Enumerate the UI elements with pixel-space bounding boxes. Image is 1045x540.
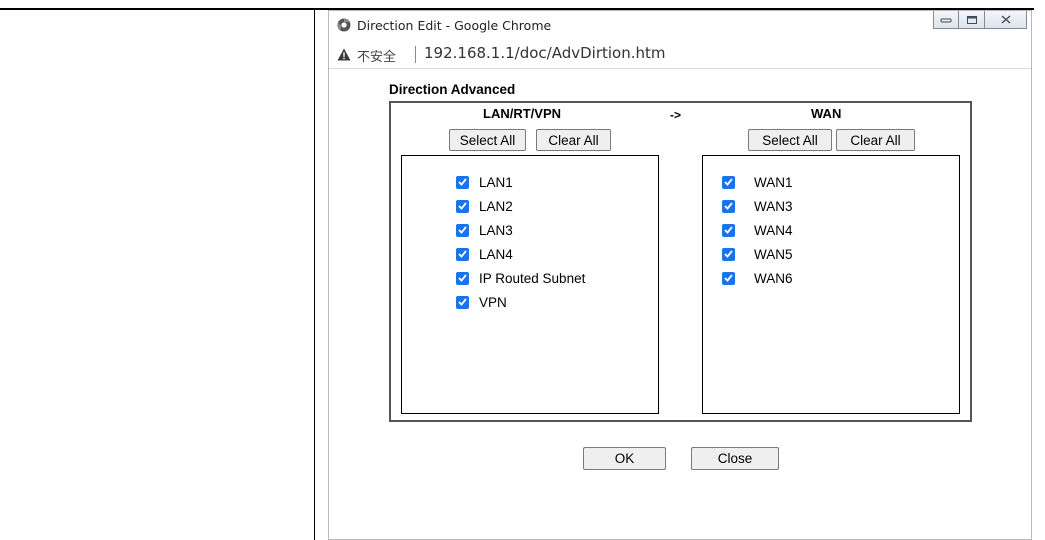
destination-clear-all-button[interactable]: Clear All xyxy=(836,129,915,151)
list-item[interactable]: IP Routed Subnet xyxy=(456,270,585,286)
checkbox[interactable] xyxy=(722,175,735,189)
source-select-all-button[interactable]: Select All xyxy=(449,129,526,151)
source-clear-all-button[interactable]: Clear All xyxy=(536,129,611,151)
list-item[interactable]: WAN6 xyxy=(722,270,793,286)
address-bar[interactable]: 不安全 192.168.1.1/doc/AdvDirtion.htm xyxy=(329,40,1031,69)
minimize-icon xyxy=(940,18,952,22)
list-item-label: LAN3 xyxy=(479,222,513,238)
list-item-label: LAN1 xyxy=(479,174,513,190)
chrome-popup-window: Direction Edit - Google Chrome 不安全 192.1… xyxy=(328,10,1032,540)
list-item-label: LAN4 xyxy=(479,246,513,262)
not-secure-label: 不安全 xyxy=(357,49,397,64)
checkmark-icon xyxy=(458,178,467,186)
list-item[interactable]: WAN3 xyxy=(722,198,793,214)
list-item-label: LAN2 xyxy=(479,198,513,214)
list-item[interactable]: WAN1 xyxy=(722,174,793,190)
checkmark-icon xyxy=(458,298,467,306)
checkbox[interactable] xyxy=(722,199,735,213)
maximize-icon xyxy=(966,15,977,24)
direction-arrow: -> xyxy=(670,108,682,122)
close-icon xyxy=(1001,15,1010,24)
address-separator xyxy=(415,46,416,63)
checkbox[interactable] xyxy=(722,247,735,261)
checkmark-icon xyxy=(458,202,467,210)
checkmark-icon xyxy=(724,274,733,282)
list-item-label: IP Routed Subnet xyxy=(479,270,586,286)
checkmark-icon xyxy=(724,250,733,258)
list-item[interactable]: LAN1 xyxy=(456,174,513,190)
destination-interface-list: WAN1 WAN3 WAN4 WAN5 WAN6 xyxy=(702,155,960,414)
checkbox[interactable] xyxy=(722,271,735,285)
chrome-icon xyxy=(337,18,351,32)
ok-button[interactable]: OK xyxy=(583,447,666,470)
section-title: Direction Advanced xyxy=(389,82,516,97)
maximize-button[interactable] xyxy=(959,11,985,29)
destination-column-header: WAN xyxy=(811,106,842,121)
list-item[interactable]: WAN5 xyxy=(722,246,793,262)
checkmark-icon xyxy=(458,226,467,234)
minimize-button[interactable] xyxy=(933,11,959,29)
checkbox[interactable] xyxy=(456,223,469,237)
checkbox[interactable] xyxy=(722,223,735,237)
list-item[interactable]: VPN xyxy=(456,294,507,310)
close-button[interactable]: Close xyxy=(691,447,779,470)
window-title: Direction Edit - Google Chrome xyxy=(357,18,552,33)
list-item-label: VPN xyxy=(479,294,507,310)
warning-icon xyxy=(337,48,351,61)
list-item-label: WAN4 xyxy=(754,222,793,238)
list-item-label: WAN6 xyxy=(754,270,793,286)
checkmark-icon xyxy=(724,226,733,234)
checkbox[interactable] xyxy=(456,295,469,309)
source-interface-list: LAN1 LAN2 LAN3 LAN4 IP Routed Subnet VPN xyxy=(401,155,659,414)
list-item-label: WAN5 xyxy=(754,246,793,262)
source-column-header: LAN/RT/VPN xyxy=(483,106,561,121)
checkbox[interactable] xyxy=(456,247,469,261)
url-text[interactable]: 192.168.1.1/doc/AdvDirtion.htm xyxy=(424,44,666,62)
checkmark-icon xyxy=(724,178,733,186)
direction-panel: LAN/RT/VPN -> WAN Select All Clear All S… xyxy=(389,101,972,422)
list-item-label: WAN3 xyxy=(754,198,793,214)
checkmark-icon xyxy=(724,202,733,210)
list-item[interactable]: LAN4 xyxy=(456,246,513,262)
close-window-button[interactable] xyxy=(985,11,1027,29)
checkbox[interactable] xyxy=(456,271,469,285)
list-item-label: WAN1 xyxy=(754,174,793,190)
document-frame-divider xyxy=(314,10,315,540)
destination-select-all-button[interactable]: Select All xyxy=(748,129,832,151)
window-controls xyxy=(933,11,1027,29)
checkmark-icon xyxy=(458,274,467,282)
list-item[interactable]: LAN2 xyxy=(456,198,513,214)
list-item[interactable]: LAN3 xyxy=(456,222,513,238)
title-bar: Direction Edit - Google Chrome xyxy=(329,11,1031,39)
checkmark-icon xyxy=(458,250,467,258)
checkbox[interactable] xyxy=(456,175,469,189)
checkbox[interactable] xyxy=(456,199,469,213)
list-item[interactable]: WAN4 xyxy=(722,222,793,238)
